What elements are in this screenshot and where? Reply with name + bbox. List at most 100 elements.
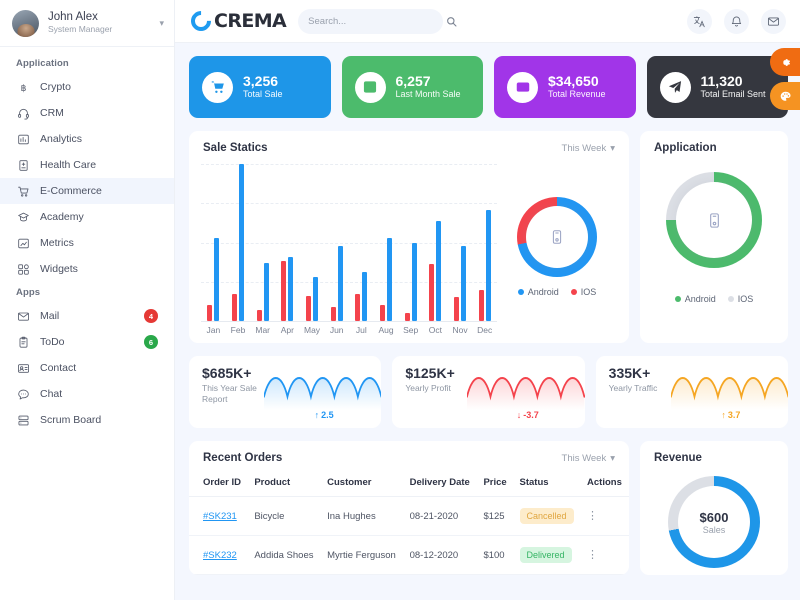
x-tick-label: Mar <box>255 325 270 335</box>
sidebar-item-academy[interactable]: Academy <box>0 204 174 230</box>
search-icon[interactable] <box>446 16 457 27</box>
sparkline-card[interactable]: $125K+ Yearly Profit ↓ -3.7 <box>392 356 585 428</box>
stat-card[interactable]: 6,257 Last Month Sale <box>341 56 483 118</box>
bar-ios <box>454 297 460 321</box>
sidebar-item-e-commerce[interactable]: E-Commerce <box>0 178 174 204</box>
legend-item: IOS <box>570 286 597 297</box>
sidebar-item-analytics[interactable]: Analytics <box>0 126 174 152</box>
bar-ios <box>232 294 237 321</box>
stat-card[interactable]: $34,650 Total Revenue <box>494 56 636 118</box>
legend-dot <box>727 296 734 302</box>
x-tick-label: Oct <box>428 325 442 335</box>
sidebar-item-label: Crypto <box>40 81 71 93</box>
sidebar-item-crypto[interactable]: ฿ Crypto <box>0 74 174 100</box>
floating-buttons <box>770 48 800 110</box>
table-row[interactable]: #SK231 Bicycle Ina Hughes 08-21-2020 $12… <box>189 496 629 536</box>
sparkline-graph: ↓ -3.7 <box>467 366 585 428</box>
column-header: Customer <box>321 470 404 497</box>
sidebar-item-contact[interactable]: Contact <box>0 355 174 381</box>
column-header: Product <box>248 470 322 497</box>
bar-android <box>337 245 343 321</box>
chevron-down-icon[interactable]: ▾ <box>159 18 164 29</box>
bar-group <box>448 164 473 321</box>
order-id-link[interactable]: #SK231 <box>203 511 237 522</box>
sidebar-item-todo[interactable]: ToDo 6 <box>0 329 174 355</box>
legend-label: IOS <box>737 294 754 304</box>
sale-statics-filter[interactable]: This Week ▾ <box>562 143 615 154</box>
column-header: Delivery Date <box>403 470 478 497</box>
column-header: Actions <box>581 470 629 497</box>
sparkline-card[interactable]: 335K+ Yearly Traffic ↑ 3.7 <box>595 356 788 428</box>
widgets-icon <box>16 262 30 276</box>
sparkline-value: 335K+ <box>608 365 651 381</box>
legend-dot <box>570 288 577 295</box>
theme-fab[interactable] <box>770 82 800 110</box>
bar-group <box>324 164 349 321</box>
shopping-cart-icon <box>202 71 233 103</box>
stat-value: 6,257 <box>395 73 431 90</box>
x-tick-label: Sep <box>403 325 419 335</box>
application-card: Application Android IOS <box>640 131 788 343</box>
mobile-phone-icon <box>552 229 562 244</box>
orders-table: Order ID Product Customer Delivery Date Pric… <box>189 470 629 575</box>
sale-statics-donut <box>517 196 597 277</box>
x-tick-label: Feb <box>230 325 246 335</box>
sparkline-graph: ↑ 3.7 <box>670 366 788 428</box>
sidebar-item-widgets[interactable]: Widgets <box>0 256 174 282</box>
sale-statics-card: Sale Statics This Week ▾ Jan Feb Mar Apr… <box>189 131 629 343</box>
sale-statics-title: Sale Statics <box>203 142 268 154</box>
envelope-icon <box>16 309 30 323</box>
messages-button[interactable] <box>761 8 786 34</box>
bar-ios <box>207 305 213 321</box>
application-legend: Android IOS <box>674 294 754 304</box>
legend-item: Android <box>517 287 559 297</box>
sidebar-section-title: Apps <box>16 287 41 298</box>
row-actions-button[interactable]: ⋮ <box>587 510 598 522</box>
recent-orders-title: Recent Orders <box>203 452 283 464</box>
bar-android <box>485 209 491 321</box>
topbar: CREMA <box>175 0 800 43</box>
revenue-caption: Sales <box>702 524 726 535</box>
translate-button[interactable] <box>687 8 712 34</box>
recent-orders-filter[interactable]: This Week ▾ <box>562 453 615 464</box>
sidebar-badge: 6 <box>144 335 158 349</box>
recent-orders-card: Recent Orders This Week ▾ Order ID Produc… <box>189 441 629 575</box>
legend-label: IOS <box>580 286 597 297</box>
profile-name: John Alex <box>48 11 98 24</box>
sidebar: John Alex System Manager ▾ Application ฿ C… <box>0 0 175 600</box>
cell-delivery-date: 08-12-2020 <box>403 535 478 575</box>
order-id-link[interactable]: #SK232 <box>203 550 237 561</box>
app-logo[interactable]: CREMA <box>186 6 287 36</box>
search-input[interactable] <box>308 15 441 27</box>
user-profile[interactable]: John Alex System Manager ▾ <box>0 0 174 47</box>
stat-card[interactable]: 3,256 Total Sale <box>189 56 331 118</box>
sparkline-card[interactable]: $685K+ This Year Sale Report ↑ 2.5 <box>189 356 382 428</box>
bar-chart: Jan Feb Mar Apr May Jun Jul Aug Sep Oct Nov Dec <box>197 158 497 335</box>
stat-caption: Total Revenue <box>548 89 606 100</box>
svg-text:฿: ฿ <box>20 83 26 93</box>
row-actions-button[interactable]: ⋮ <box>587 549 598 561</box>
sidebar-item-mail[interactable]: Mail 4 <box>0 303 174 329</box>
sparkline-row: $685K+ This Year Sale Report ↑ 2.5 $125K… <box>189 356 788 428</box>
legend-dot <box>674 296 681 302</box>
x-tick-label: Nov <box>452 325 468 335</box>
sidebar-item-health-care[interactable]: Health Care <box>0 152 174 178</box>
bar-group <box>349 164 374 321</box>
stat-card[interactable]: 11,320 Total Email Sent <box>646 56 788 118</box>
bar-group <box>374 164 399 321</box>
sidebar-item-crm[interactable]: CRM <box>0 100 174 126</box>
chat-bubble-icon <box>16 387 30 401</box>
search-box[interactable] <box>298 8 457 34</box>
notifications-button[interactable] <box>724 8 749 34</box>
column-header: Price <box>477 470 514 497</box>
sidebar-item-metrics[interactable]: Metrics <box>0 230 174 256</box>
sparkline-graph: ↑ 2.5 <box>264 366 382 428</box>
settings-fab[interactable] <box>770 48 800 76</box>
sidebar-item-scrum-board[interactable]: Scrum Board <box>0 407 174 433</box>
bar-android <box>239 164 244 321</box>
bar-group <box>275 164 300 321</box>
sidebar-item-chat[interactable]: Chat <box>0 381 174 407</box>
table-row[interactable]: #SK232 Addida Shoes Myrtie Ferguson 08-1… <box>189 535 629 575</box>
stat-value: 11,320 <box>700 73 743 90</box>
x-tick-label: Dec <box>477 325 493 335</box>
